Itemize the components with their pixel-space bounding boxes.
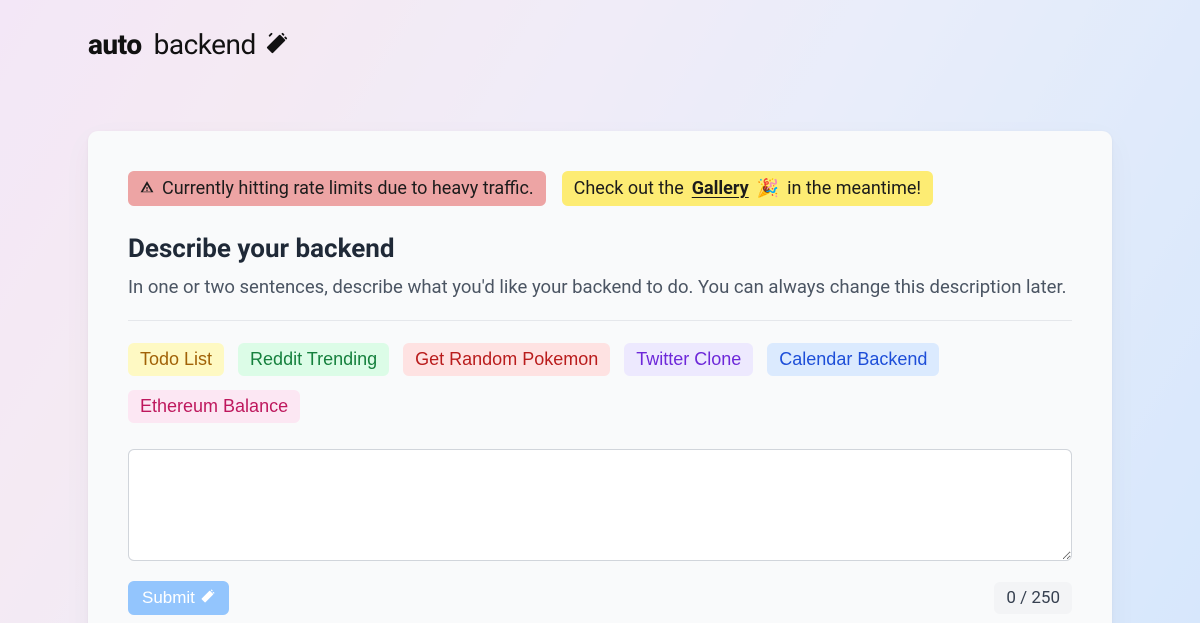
alert-gallery-post: in the meantime!	[787, 176, 921, 201]
chip-twitter-clone[interactable]: Twitter Clone	[624, 343, 753, 376]
section-subtitle: In one or two sentences, describe what y…	[128, 276, 1072, 298]
backend-description-input[interactable]	[128, 449, 1072, 561]
main-card: Currently hitting rate limits due to hea…	[88, 131, 1112, 623]
chip-get-random-pokemon[interactable]: Get Random Pokemon	[403, 343, 610, 376]
divider	[128, 320, 1072, 321]
submit-button[interactable]: Submit	[128, 581, 229, 615]
section-title: Describe your backend	[128, 234, 1072, 264]
wand-icon	[201, 588, 215, 608]
alert-row: Currently hitting rate limits due to hea…	[128, 171, 1072, 206]
logo-light: backend	[154, 28, 256, 61]
chip-ethereum-balance[interactable]: Ethereum Balance	[128, 390, 300, 423]
alert-gallery-pre: Check out the	[574, 176, 684, 201]
alert-rate-limit-text: Currently hitting rate limits due to hea…	[162, 176, 534, 201]
chip-calendar-backend[interactable]: Calendar Backend	[767, 343, 939, 376]
warning-icon	[140, 176, 154, 201]
chip-reddit-trending[interactable]: Reddit Trending	[238, 343, 389, 376]
wand-icon	[266, 28, 288, 61]
char-counter: 0 / 250	[994, 582, 1072, 614]
app-logo: auto backend	[88, 28, 288, 61]
chip-row: Todo List Reddit Trending Get Random Pokem…	[128, 343, 1072, 423]
alert-gallery: Check out the Gallery 🎉 in the meantime!	[562, 171, 933, 206]
gallery-link[interactable]: Gallery	[692, 176, 749, 201]
chip-todo-list[interactable]: Todo List	[128, 343, 224, 376]
footer-row: Submit 0 / 250	[128, 581, 1072, 615]
page-root: auto backend Currently hitting rate limi…	[0, 0, 1200, 623]
party-icon: 🎉	[757, 176, 779, 201]
logo-bold: auto	[88, 28, 142, 61]
submit-button-label: Submit	[142, 588, 195, 608]
alert-rate-limit: Currently hitting rate limits due to hea…	[128, 171, 546, 206]
